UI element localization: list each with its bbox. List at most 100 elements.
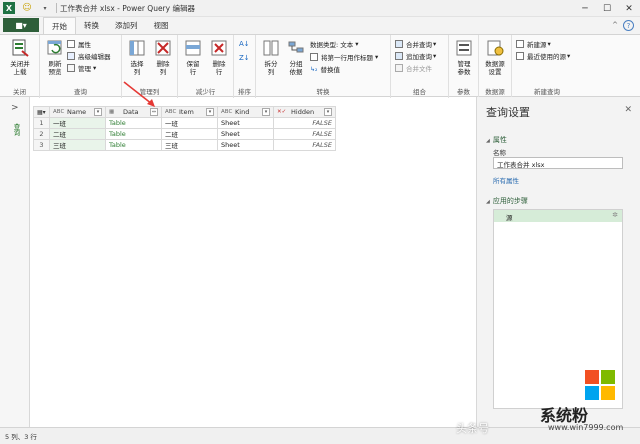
- manage-query-button[interactable]: 管理 ▾: [67, 63, 96, 73]
- help-icon[interactable]: ?: [623, 20, 634, 31]
- remove-rows-button[interactable]: 删除 行: [204, 38, 234, 76]
- column-header-item[interactable]: ABC Item ▾: [161, 106, 218, 118]
- data-source-settings-button[interactable]: 数据源 设置: [480, 38, 510, 76]
- manage-parameters-button[interactable]: 管理 参数: [449, 38, 479, 76]
- data-type-dropdown[interactable]: 数据类型: 文本 ▾: [310, 39, 359, 49]
- group-transform: 拆分 列 分组 依据 数据类型: 文本 ▾ 将第一行用作标题 ▾ ↳₂ 替换值 转换: [256, 35, 391, 98]
- cell-name[interactable]: 三班: [49, 139, 106, 151]
- cell-hidden[interactable]: FALSE: [273, 139, 336, 151]
- expand-queries-icon[interactable]: >: [11, 103, 19, 113]
- cell-kind[interactable]: Sheet: [217, 128, 274, 140]
- cell-name[interactable]: 二班: [49, 128, 106, 140]
- tab-transform[interactable]: 转换: [76, 17, 107, 34]
- applied-step-source[interactable]: 源 ✲: [494, 210, 622, 222]
- boolean-type-icon[interactable]: ✕✓: [277, 109, 288, 115]
- ribbon-tabs: ■▾ 开始 转换 添加列 视图 ^ ?: [0, 17, 640, 34]
- close-icon[interactable]: ✕: [618, 0, 640, 17]
- group-label-query: 查询: [74, 88, 87, 96]
- column-header-name[interactable]: ABC Name ▾: [49, 106, 106, 118]
- merge-queries-button[interactable]: 合并查询 ▾: [395, 39, 436, 49]
- group-label-data-source: 数据源: [485, 88, 505, 96]
- cell-item[interactable]: 一班: [161, 117, 218, 129]
- cell-kind[interactable]: Sheet: [217, 117, 274, 129]
- properties-button[interactable]: 属性: [67, 39, 91, 49]
- queries-pane-collapsed: > 查询: [0, 97, 30, 427]
- text-type-icon[interactable]: ABC: [165, 109, 176, 115]
- cell-item[interactable]: 二班: [161, 128, 218, 140]
- manage-icon: [67, 64, 75, 72]
- remove-columns-icon: [153, 38, 173, 58]
- collapse-ribbon-icon[interactable]: ^: [612, 21, 618, 29]
- row-number[interactable]: 1: [33, 117, 50, 129]
- table-row: 2 二班 Table 二班 Sheet FALSE: [33, 128, 336, 140]
- text-type-icon[interactable]: ABC: [221, 109, 232, 115]
- replace-icon: ↳₂: [310, 65, 318, 73]
- group-label-new-query: 新建查询: [534, 88, 560, 96]
- table-icon: ▦▾: [37, 109, 46, 116]
- column-header-kind[interactable]: ABC Kind ▾: [217, 106, 274, 118]
- refresh-icon: [45, 38, 65, 58]
- gear-icon[interactable]: ✲: [612, 211, 618, 219]
- filter-dropdown-icon[interactable]: ▾: [206, 108, 214, 116]
- cell-hidden[interactable]: FALSE: [273, 128, 336, 140]
- cell-data[interactable]: Table: [105, 128, 162, 140]
- row-number[interactable]: 2: [33, 128, 50, 140]
- advanced-editor-button[interactable]: 高级编辑器: [67, 51, 111, 61]
- refresh-preview-button[interactable]: 刷新 预览: [40, 38, 70, 76]
- group-label-reduce-rows: 减少行: [195, 88, 216, 96]
- group-label-parameters: 参数: [457, 88, 470, 96]
- cell-hidden[interactable]: FALSE: [273, 117, 336, 129]
- file-menu-button[interactable]: ■▾: [3, 18, 39, 32]
- cell-name[interactable]: 一班: [49, 117, 106, 129]
- name-label: 名称: [493, 149, 506, 157]
- queries-pane-label[interactable]: 查询: [11, 123, 21, 136]
- cell-kind[interactable]: Sheet: [217, 139, 274, 151]
- row-number[interactable]: 3: [33, 139, 50, 151]
- ribbon: 关闭并 上载 关闭 刷新 预览 属性 高级编辑器 管理 ▾ 查询 选择 列 删除…: [0, 34, 640, 98]
- group-label-combine: 组合: [413, 88, 426, 96]
- annotation-arrow: [123, 81, 155, 107]
- cell-data[interactable]: Table: [105, 139, 162, 151]
- text-type-icon[interactable]: ABC: [53, 109, 64, 115]
- table-corner-menu[interactable]: ▦▾: [33, 106, 50, 118]
- tab-add-column[interactable]: 添加列: [107, 17, 146, 34]
- tab-view[interactable]: 视图: [146, 17, 177, 34]
- smiley-icon[interactable]: ☺: [21, 2, 33, 14]
- replace-values-button[interactable]: ↳₂ 替换值: [310, 64, 340, 75]
- close-pane-icon[interactable]: ✕: [624, 105, 632, 115]
- tab-home[interactable]: 开始: [43, 17, 76, 34]
- append-queries-button[interactable]: 追加查询 ▾: [395, 51, 436, 61]
- use-first-row-as-headers-button[interactable]: 将第一行用作标题 ▾: [310, 52, 378, 62]
- cell-item[interactable]: 三班: [161, 139, 218, 151]
- recent-sources-button[interactable]: 最近使用的源 ▾: [516, 51, 570, 61]
- group-by-button[interactable]: 分组 依据: [281, 38, 311, 76]
- column-header-hidden[interactable]: ✕✓ Hidden ▾: [273, 106, 336, 118]
- close-and-load-button[interactable]: 关闭并 上载: [5, 38, 35, 76]
- properties-section-header[interactable]: ◢ 属性: [486, 135, 507, 145]
- remove-columns-button[interactable]: 删除 列: [148, 38, 178, 76]
- sort-descending-button[interactable]: Z↓: [239, 53, 250, 63]
- merge-icon: [395, 40, 403, 48]
- new-source-button[interactable]: 新建源 ▾: [516, 39, 551, 49]
- window-controls: ─ ☐ ✕: [574, 0, 640, 17]
- group-data-source: 数据源 设置 数据源: [479, 35, 512, 98]
- filter-dropdown-icon[interactable]: ▾: [94, 108, 102, 116]
- applied-steps-section-header[interactable]: ◢ 应用的步骤: [486, 196, 528, 206]
- filter-dropdown-icon[interactable]: ▾: [262, 108, 270, 116]
- filter-dropdown-icon[interactable]: ▾: [324, 108, 332, 116]
- query-name-input[interactable]: 工作表合并 xlsx: [493, 157, 623, 169]
- table-type-icon[interactable]: ▦: [109, 109, 120, 115]
- watermark-text: 头条号: [456, 422, 489, 435]
- minimize-icon[interactable]: ─: [574, 0, 596, 17]
- sort-ascending-button[interactable]: A↓: [239, 39, 250, 49]
- all-properties-link[interactable]: 所有属性: [493, 175, 519, 185]
- data-grid: ▦▾ ABC Name ▾ ▦ Data ⇔ ABC Item ▾ ABC Kind ▾ ✕✓ H…: [33, 106, 336, 151]
- status-text: 5 列、3 行: [5, 433, 37, 441]
- grid-header-row: ▦▾ ABC Name ▾ ▦ Data ⇔ ABC Item ▾ ABC Kind ▾ ✕✓ H…: [33, 106, 336, 118]
- cell-data[interactable]: Table: [105, 117, 162, 129]
- query-settings-pane: 查询设置 ✕ ◢ 属性 名称 工作表合并 xlsx 所有属性 ◢ 应用的步骤 源 ✲: [476, 97, 640, 427]
- dropdown-arrow-icon[interactable]: ▾: [39, 2, 51, 14]
- combine-files-icon: [395, 64, 403, 72]
- sort-descending-icon: Z↓: [239, 54, 250, 62]
- maximize-icon[interactable]: ☐: [596, 0, 618, 17]
